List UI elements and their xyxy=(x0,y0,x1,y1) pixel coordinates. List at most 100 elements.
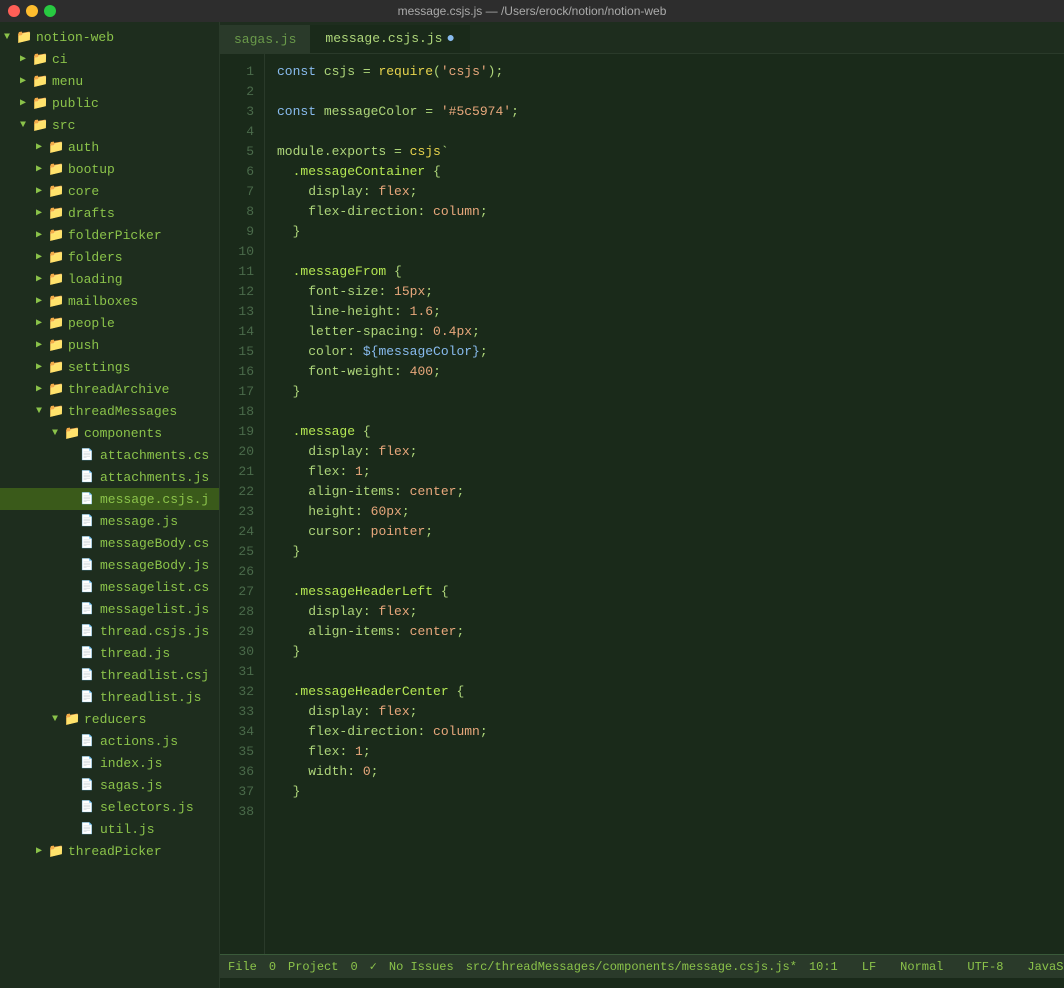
sidebar-item-root[interactable]: ▼ 📁 notion-web xyxy=(0,26,219,48)
item-label: core xyxy=(68,184,99,199)
sidebar-item-messagelist-js[interactable]: 📄 messagelist.js xyxy=(0,598,219,620)
item-label: threadMessages xyxy=(68,404,177,419)
file-tree-sidebar: ▼ 📁 notion-web ▶ 📁 ci ▶ 📁 menu ▶ 📁 publi… xyxy=(0,22,220,988)
item-label: src xyxy=(52,118,75,133)
arrow-icon: ▶ xyxy=(36,163,48,175)
folder-icon: 📁 xyxy=(48,404,64,419)
folder-icon: 📁 xyxy=(48,184,64,199)
arrow-icon: ▶ xyxy=(36,317,48,329)
folder-icon: 📁 xyxy=(48,316,64,331)
sidebar-item-messageBody-cs[interactable]: 📄 messageBody.cs xyxy=(0,532,219,554)
sidebar-item-actions-js[interactable]: 📄 actions.js xyxy=(0,730,219,752)
line-num-2: 2 xyxy=(220,82,264,102)
sidebar-item-message-csjs[interactable]: 📄 message.csjs.j xyxy=(0,488,219,510)
arrow-icon: ▶ xyxy=(36,251,48,263)
line-num-4: 4 xyxy=(220,122,264,142)
sidebar-item-mailboxes[interactable]: ▶ 📁 mailboxes xyxy=(0,290,219,312)
status-check-icon: ✓ xyxy=(370,959,377,974)
sidebar-item-threadPicker[interactable]: ▶ 📁 threadPicker xyxy=(0,840,219,862)
sidebar-item-messagelist-cs[interactable]: 📄 messagelist.cs xyxy=(0,576,219,598)
sidebar-item-sagas-js[interactable]: 📄 sagas.js xyxy=(0,774,219,796)
close-button[interactable] xyxy=(8,5,20,17)
line-num-5: 5 xyxy=(220,142,264,162)
item-label: index.js xyxy=(100,756,162,771)
tab-sagas[interactable]: sagas.js xyxy=(220,25,311,53)
sidebar-item-threadlist-js[interactable]: 📄 threadlist.js xyxy=(0,686,219,708)
window-title: message.csjs.js — /Users/erock/notion/no… xyxy=(398,4,667,18)
sidebar-item-bootup[interactable]: ▶ 📁 bootup xyxy=(0,158,219,180)
item-label: messageBody.cs xyxy=(100,536,209,551)
line-num-18: 18 xyxy=(220,402,264,422)
folder-icon: 📁 xyxy=(48,206,64,221)
code-line-31 xyxy=(277,662,1064,682)
maximize-button[interactable] xyxy=(44,5,56,17)
editor-area: sagas.js message.csjs.js ● 1 2 3 4 5 6 7… xyxy=(220,22,1064,988)
sidebar-item-folderPicker[interactable]: ▶ 📁 folderPicker xyxy=(0,224,219,246)
line-num-22: 22 xyxy=(220,482,264,502)
arrow-icon: ▶ xyxy=(36,229,48,241)
folder-icon: 📁 xyxy=(48,844,64,859)
sidebar-item-selectors-js[interactable]: 📄 selectors.js xyxy=(0,796,219,818)
item-label: thread.csjs.js xyxy=(100,624,209,639)
code-line-23: height: 60px; xyxy=(277,502,1064,522)
code-line-24: cursor: pointer; xyxy=(277,522,1064,542)
code-line-21: flex: 1; xyxy=(277,462,1064,482)
sidebar-item-auth[interactable]: ▶ 📁 auth xyxy=(0,136,219,158)
code-line-15: color: ${messageColor}; xyxy=(277,342,1064,362)
minimize-button[interactable] xyxy=(26,5,38,17)
sidebar-item-ci[interactable]: ▶ 📁 ci xyxy=(0,48,219,70)
folder-icon: 📁 xyxy=(48,360,64,375)
folder-icon: 📁 xyxy=(48,382,64,397)
line-num-37: 37 xyxy=(220,782,264,802)
code-line-9: } xyxy=(277,222,1064,242)
sidebar-item-message-js[interactable]: 📄 message.js xyxy=(0,510,219,532)
arrow-icon: ▼ xyxy=(52,428,64,439)
sidebar-item-reducers[interactable]: ▼ 📁 reducers xyxy=(0,708,219,730)
item-label: message.js xyxy=(100,514,178,529)
item-label: sagas.js xyxy=(100,778,162,793)
file-icon: 📄 xyxy=(80,558,96,572)
sidebar-item-threadMessages[interactable]: ▼ 📁 threadMessages xyxy=(0,400,219,422)
sidebar-item-util-js[interactable]: 📄 util.js xyxy=(0,818,219,840)
folder-icon: 📁 xyxy=(32,74,48,89)
sidebar-item-settings[interactable]: ▶ 📁 settings xyxy=(0,356,219,378)
folder-icon: 📁 xyxy=(48,140,64,155)
sidebar-item-thread-csjs[interactable]: 📄 thread.csjs.js xyxy=(0,620,219,642)
file-icon: 📄 xyxy=(80,448,96,462)
sidebar-item-attachments-js[interactable]: 📄 attachments.js xyxy=(0,466,219,488)
file-icon: 📄 xyxy=(80,580,96,594)
line-num-1: 1 xyxy=(220,62,264,82)
sidebar-item-threadlist-csj[interactable]: 📄 threadlist.csj xyxy=(0,664,219,686)
sidebar-item-loading[interactable]: ▶ 📁 loading xyxy=(0,268,219,290)
item-label: push xyxy=(68,338,99,353)
sidebar-item-push[interactable]: ▶ 📁 push xyxy=(0,334,219,356)
code-line-4 xyxy=(277,122,1064,142)
tab-message-csjs[interactable]: message.csjs.js ● xyxy=(311,25,469,53)
line-num-25: 25 xyxy=(220,542,264,562)
sidebar-item-components[interactable]: ▼ 📁 components xyxy=(0,422,219,444)
sidebar-item-index-js[interactable]: 📄 index.js xyxy=(0,752,219,774)
code-line-37: } xyxy=(277,782,1064,802)
sidebar-item-drafts[interactable]: ▶ 📁 drafts xyxy=(0,202,219,224)
horizontal-scrollbar[interactable] xyxy=(220,978,1064,988)
code-line-25: } xyxy=(277,542,1064,562)
arrow-icon: ▶ xyxy=(36,845,48,857)
sidebar-item-core[interactable]: ▶ 📁 core xyxy=(0,180,219,202)
sidebar-item-threadArchive[interactable]: ▶ 📁 threadArchive xyxy=(0,378,219,400)
file-icon: 📄 xyxy=(80,800,96,814)
sidebar-item-folders[interactable]: ▶ 📁 folders xyxy=(0,246,219,268)
code-editor[interactable]: const csjs = require('csjs'); const mess… xyxy=(265,54,1064,954)
line-num-10: 10 xyxy=(220,242,264,262)
item-label: thread.js xyxy=(100,646,170,661)
sidebar-item-menu[interactable]: ▶ 📁 menu xyxy=(0,70,219,92)
sidebar-item-public[interactable]: ▶ 📁 public xyxy=(0,92,219,114)
line-num-8: 8 xyxy=(220,202,264,222)
sidebar-item-src[interactable]: ▼ 📁 src xyxy=(0,114,219,136)
sidebar-item-attachments-cs[interactable]: 📄 attachments.cs xyxy=(0,444,219,466)
item-label: messagelist.js xyxy=(100,602,209,617)
line-num-33: 33 xyxy=(220,702,264,722)
line-num-14: 14 xyxy=(220,322,264,342)
sidebar-item-people[interactable]: ▶ 📁 people xyxy=(0,312,219,334)
sidebar-item-thread-js[interactable]: 📄 thread.js xyxy=(0,642,219,664)
sidebar-item-messageBody-js[interactable]: 📄 messageBody.js xyxy=(0,554,219,576)
